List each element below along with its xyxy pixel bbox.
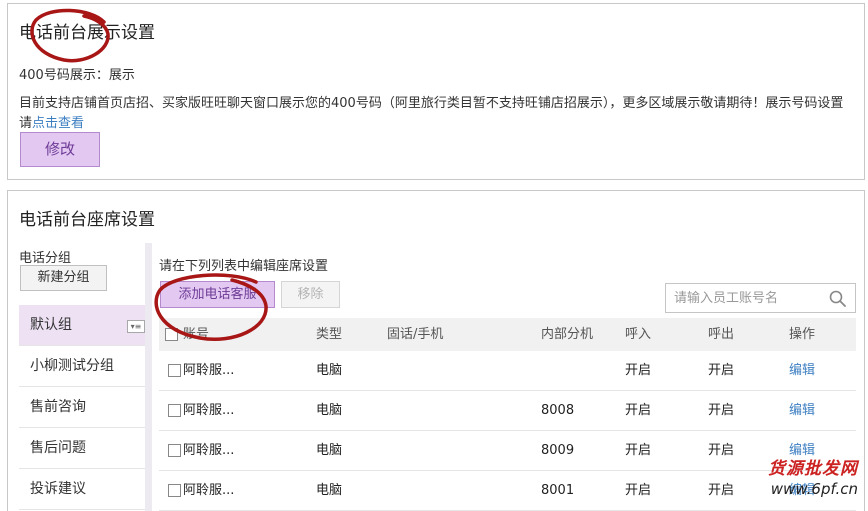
row-checkbox[interactable] [168, 483, 181, 497]
column-header: 固话/手机 [387, 327, 444, 342]
row-inbound: 开启 [625, 443, 652, 458]
row-type: 电脑 [316, 403, 343, 418]
column-header: 呼出 [708, 327, 735, 342]
group-item-label: 小柳测试分组 [30, 358, 114, 374]
watermark-title: 货源批发网 [768, 459, 858, 479]
modify-button[interactable]: 修改 [20, 132, 100, 167]
remove-button[interactable]: 移除 [281, 281, 340, 308]
column-header: 操作 [789, 327, 816, 342]
display-settings-panel: 电话前台展示设置 400号码展示：展示 目前支持店铺首页店招、买家版旺旺聊天窗口… [7, 3, 865, 180]
row-type: 电脑 [316, 443, 343, 458]
row-checkbox[interactable] [168, 363, 181, 377]
row-edit-link[interactable]: 编辑 [789, 391, 815, 430]
display-400-value: 展示 [108, 68, 135, 83]
row-outbound: 开启 [708, 363, 735, 378]
group-sidebar: 电话分组 新建分组 默认组 ▾≡ 小柳测试分组 售前咨询 售后问题 投诉建议 [19, 243, 145, 511]
row-outbound: 开启 [708, 403, 735, 418]
new-group-button[interactable]: 新建分组 [20, 265, 107, 291]
column-header: 呼入 [625, 327, 652, 342]
table-header: 账号 类型 固话/手机 内部分机 呼入 呼出 操作 [159, 318, 856, 351]
column-header: 内部分机 [541, 327, 594, 342]
seat-settings-panel: 电话前台座席设置 电话分组 新建分组 默认组 ▾≡ 小柳测试分组 售前咨询 售后… [7, 190, 865, 511]
select-all-checkbox[interactable] [165, 327, 178, 341]
group-item-complaints[interactable]: 投诉建议 [19, 469, 145, 510]
row-edit-link[interactable]: 编辑 [789, 351, 815, 390]
row-type: 电脑 [316, 483, 343, 498]
row-account: 阿聆服... [183, 363, 235, 378]
group-item-aftersales[interactable]: 售后问题 [19, 428, 145, 469]
row-account: 阿聆服... [183, 483, 235, 498]
row-outbound: 开启 [708, 483, 735, 498]
seat-settings-title: 电话前台座席设置 [19, 210, 155, 230]
group-item-test[interactable]: 小柳测试分组 [19, 346, 145, 387]
display-description-text: 目前支持店铺首页店招、买家版旺旺聊天窗口展示您的400号码（阿里旅行类目暂不支持… [19, 96, 844, 131]
display-400-line: 400号码展示：展示 [19, 64, 135, 83]
column-header: 账号 [183, 327, 210, 342]
row-extension: 8008 [541, 403, 575, 418]
row-outbound: 开启 [708, 443, 735, 458]
watermark: 货源批发网 www.6pf.cn [752, 452, 864, 504]
row-inbound: 开启 [625, 403, 652, 418]
group-item-label: 售前咨询 [30, 399, 86, 415]
add-phone-agent-button[interactable]: 添加电话客服 [160, 281, 275, 308]
column-header: 类型 [316, 327, 343, 342]
row-extension: 8009 [541, 443, 575, 458]
row-inbound: 开启 [625, 363, 652, 378]
view-details-link[interactable]: 点击查看 [32, 116, 84, 131]
row-type: 电脑 [316, 363, 343, 378]
group-menu-icon[interactable]: ▾≡ [127, 320, 145, 333]
display-settings-title: 电话前台展示设置 [19, 23, 155, 43]
watermark-url: www.6pf.cn [770, 480, 858, 498]
display-description: 目前支持店铺首页店招、买家版旺旺聊天窗口展示您的400号码（阿里旅行类目暂不支持… [19, 94, 853, 134]
employee-search [665, 283, 856, 313]
group-list: 默认组 ▾≡ 小柳测试分组 售前咨询 售后问题 投诉建议 [19, 305, 145, 510]
row-inbound: 开启 [625, 483, 652, 498]
group-item-label: 售后问题 [30, 440, 86, 456]
table-row: 阿聆服... 电脑 8008 开启 开启 编辑 [159, 391, 856, 431]
group-item-label: 投诉建议 [30, 481, 86, 497]
sidebar-divider [145, 243, 152, 511]
group-item-default[interactable]: 默认组 ▾≡ [19, 305, 145, 346]
search-icon[interactable] [829, 290, 846, 307]
row-extension: 8001 [541, 483, 575, 498]
group-item-presales[interactable]: 售前咨询 [19, 387, 145, 428]
seat-instruction: 请在下列列表中编辑座席设置 [159, 259, 329, 274]
employee-search-input[interactable] [666, 284, 826, 312]
table-row: 阿聆服... 电脑 开启 开启 编辑 [159, 351, 856, 391]
group-label: 电话分组 [19, 251, 72, 266]
display-400-label: 400号码展示： [19, 68, 109, 83]
row-checkbox[interactable] [168, 403, 181, 417]
row-account: 阿聆服... [183, 443, 235, 458]
group-item-label: 默认组 [30, 317, 72, 333]
row-checkbox[interactable] [168, 443, 181, 457]
row-account: 阿聆服... [183, 403, 235, 418]
